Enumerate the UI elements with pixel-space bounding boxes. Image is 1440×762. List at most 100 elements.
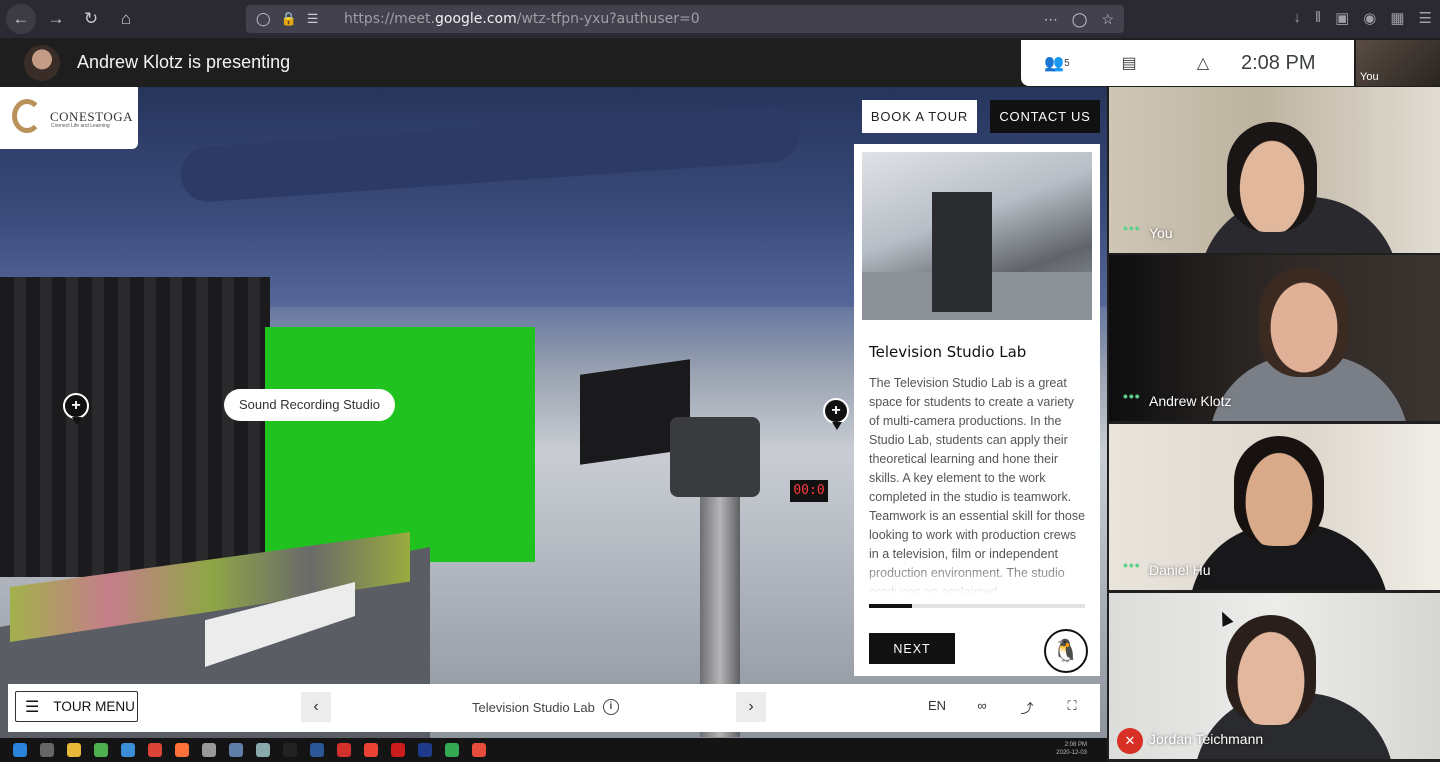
- app-icon: [256, 743, 270, 757]
- app-icon: [418, 743, 432, 757]
- pocket-icon[interactable]: ◯: [1072, 11, 1088, 28]
- share-icon[interactable]: ⤴: [1018, 698, 1036, 717]
- app-icon: [391, 743, 405, 757]
- info-panel: Television Studio Lab The Television Stu…: [854, 144, 1100, 676]
- participant-tile[interactable]: ••• Andrew Klotz: [1109, 255, 1440, 421]
- app-icon: [229, 743, 243, 757]
- address-bar[interactable]: ◯ 🔒 ☰ https://meet.google.com/wtz-tfpn-y…: [246, 5, 1124, 33]
- meet-controls: 👥 5 ▤ △ 2:08 PM: [1021, 40, 1354, 86]
- next-scene-button[interactable]: ›: [736, 692, 766, 722]
- green-screen-wall: [265, 327, 535, 562]
- self-view-thumbnail[interactable]: You: [1356, 40, 1440, 86]
- participant-tile[interactable]: ••• You: [1109, 87, 1440, 253]
- chevron-left-icon: ‹: [313, 698, 319, 715]
- app-icon: [202, 743, 216, 757]
- taskbar-date: 2020-12-03: [1056, 750, 1087, 756]
- participant-tile[interactable]: ✕ Jordan Teichmann: [1109, 593, 1440, 759]
- logo-mark-icon: [12, 99, 42, 133]
- chevron-right-icon: ›: [748, 698, 754, 715]
- permissions-icon[interactable]: ☰: [307, 11, 319, 27]
- timer-display: 00:0: [790, 480, 828, 502]
- back-arrow-icon[interactable]: ←: [6, 4, 36, 34]
- tour-menu-button[interactable]: ☰ TOUR MENU: [15, 691, 138, 722]
- scene-title-text: Television Studio Lab: [472, 699, 595, 715]
- app-icon: [121, 743, 135, 757]
- studio-photo: [862, 152, 1092, 320]
- presentation-stage[interactable]: 00:0 CONESTOGA Connect Life and Learning…: [0, 87, 1107, 738]
- logo-tagline: Connect Life and Learning: [51, 123, 110, 129]
- sidebar-icon[interactable]: ▣: [1335, 9, 1349, 27]
- firefox-icon: [175, 743, 189, 757]
- chat-button[interactable]: ▤: [1109, 48, 1149, 78]
- language-button[interactable]: EN: [928, 698, 946, 717]
- previous-scene-button[interactable]: ‹: [301, 692, 331, 722]
- participant-name: You: [1149, 225, 1173, 241]
- more-icon[interactable]: ⋯: [1044, 11, 1058, 28]
- presenting-text: Andrew Klotz is presenting: [77, 52, 291, 72]
- app-icon: [283, 743, 297, 757]
- participant-tile[interactable]: ••• Daniel Hu: [1109, 424, 1440, 590]
- download-icon[interactable]: ↓: [1293, 9, 1301, 27]
- tour-menu-label: TOUR MENU: [53, 699, 135, 714]
- shield-icon[interactable]: ◯: [256, 11, 271, 27]
- progress-fill: [869, 604, 913, 608]
- progress-bar: [869, 604, 1085, 608]
- forward-arrow-icon[interactable]: →: [41, 4, 71, 34]
- chrome-icon: [148, 743, 162, 757]
- activities-button[interactable]: △: [1183, 48, 1223, 78]
- people-icon: 👥: [1044, 55, 1065, 72]
- fullscreen-icon[interactable]: ⛶: [1063, 698, 1081, 717]
- participant-name: Jordan Teichmann: [1149, 731, 1264, 747]
- next-button[interactable]: NEXT: [869, 633, 955, 664]
- taskbar-clock: 2:08 PM 2020-12-03: [1056, 741, 1087, 757]
- app-icon: [364, 743, 378, 757]
- menu-icon[interactable]: ☰: [1419, 9, 1432, 27]
- shared-screen-taskbar: 2:08 PM 2020-12-03: [0, 738, 1107, 762]
- mic-off-icon: ✕: [1117, 728, 1143, 754]
- bookmark-star-icon[interactable]: ☆: [1101, 11, 1114, 28]
- scene-title: Television Studio Lab i: [472, 699, 619, 715]
- app-icon: [337, 743, 351, 757]
- contact-us-button[interactable]: CONTACT US: [990, 100, 1100, 133]
- app-icon: [445, 743, 459, 757]
- black-curtain: [0, 277, 270, 577]
- hotspot-tooltip[interactable]: Sound Recording Studio: [224, 389, 395, 421]
- conestoga-logo[interactable]: CONESTOGA Connect Life and Learning: [0, 87, 138, 149]
- app-icon: [94, 743, 108, 757]
- app-icon: [472, 743, 486, 757]
- url-text[interactable]: https://meet.google.com/wtz-tfpn-yxu?aut…: [344, 11, 700, 27]
- hotspot-plus-icon[interactable]: +: [63, 393, 89, 425]
- lock-icon[interactable]: 🔒: [281, 11, 297, 27]
- hotspot-plus-icon[interactable]: +: [823, 398, 849, 430]
- browser-toolbar: ← → ↻ ⌂ ◯ 🔒 ☰ https://meet.google.com/wt…: [0, 0, 1440, 38]
- windows-start-icon: [13, 743, 27, 757]
- file-explorer-icon: [67, 743, 81, 757]
- presenter-avatar: [24, 45, 60, 81]
- task-view-icon: [40, 743, 54, 757]
- self-view-label: You: [1360, 71, 1379, 83]
- extensions-icon[interactable]: ▦: [1390, 9, 1404, 27]
- participants-button[interactable]: 👥 5: [1037, 48, 1077, 78]
- mascot-avatar-icon[interactable]: 🐧: [1044, 629, 1088, 673]
- shapes-icon: △: [1196, 55, 1210, 72]
- app-icon: [310, 743, 324, 757]
- participant-count: 5: [1064, 57, 1070, 69]
- speaking-dots-icon: •••: [1123, 220, 1141, 236]
- book-tour-button[interactable]: BOOK A TOUR: [862, 100, 977, 133]
- meeting-clock: 2:08 PM: [1241, 51, 1316, 74]
- info-icon[interactable]: i: [602, 699, 619, 715]
- account-icon[interactable]: ◉: [1363, 9, 1376, 27]
- hamburger-icon: ☰: [25, 698, 40, 716]
- studio-camera: [560, 337, 820, 737]
- tour-bottom-bar: ☰ TOUR MENU ‹ Television Studio Lab i › …: [8, 684, 1100, 732]
- participant-tiles: ••• You ••• Andrew Klotz ••• Daniel Hu ✕…: [1107, 87, 1440, 762]
- vr-headset-icon[interactable]: ∞: [973, 698, 991, 717]
- home-icon[interactable]: ⌂: [111, 4, 141, 34]
- library-icon[interactable]: ‖: [1315, 9, 1321, 27]
- chat-icon: ▤: [1121, 55, 1137, 72]
- reload-icon[interactable]: ↻: [76, 4, 106, 34]
- participant-name: Andrew Klotz: [1149, 393, 1232, 409]
- panel-title: Television Studio Lab: [869, 343, 1027, 361]
- panel-description: The Television Studio Lab is a great spa…: [869, 376, 1086, 594]
- speaking-dots-icon: •••: [1123, 388, 1141, 404]
